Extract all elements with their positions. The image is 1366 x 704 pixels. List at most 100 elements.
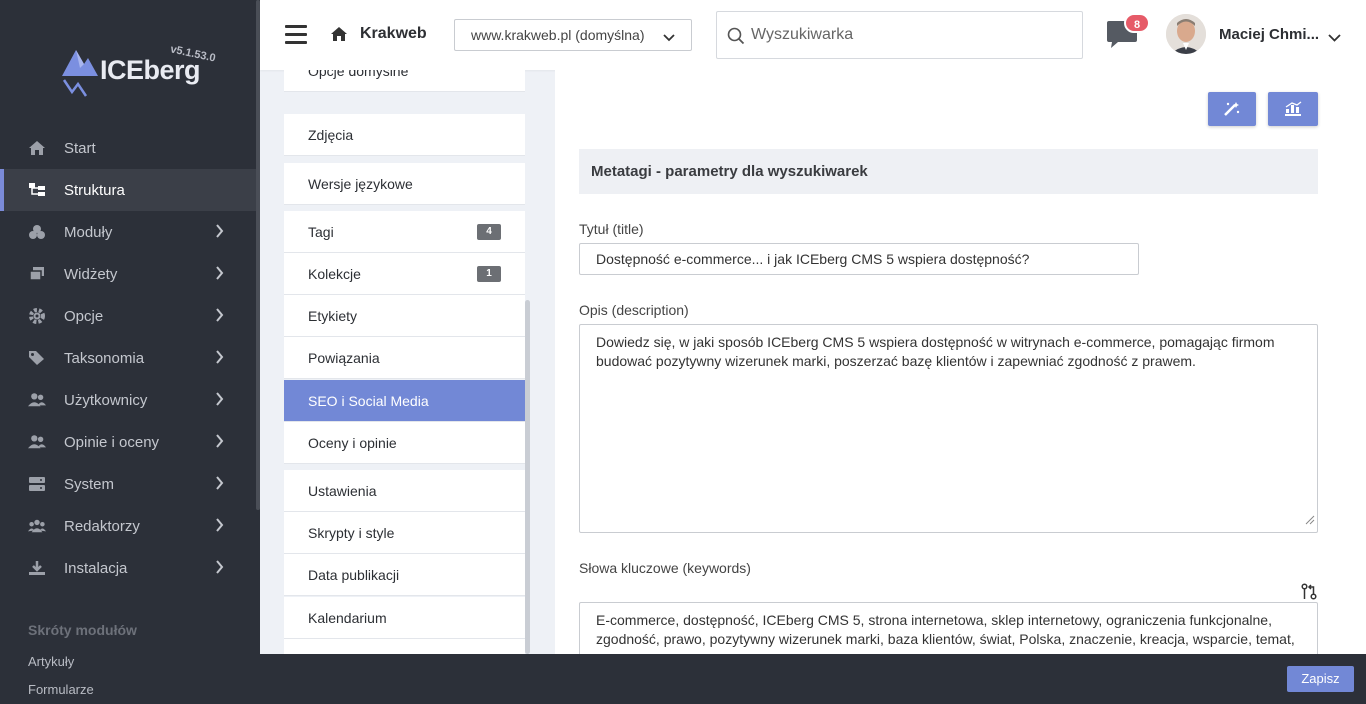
submenu-item-label: Ustawienia: [308, 482, 377, 499]
chevron-down-icon: [663, 29, 675, 45]
bottom-bar: Zapisz: [260, 654, 1366, 704]
iceberg-logo-icon: [62, 50, 98, 97]
submenu-item[interactable]: Data publikacji: [284, 554, 525, 596]
submenu-item-label: Kolekcje: [308, 265, 361, 282]
widgets-icon: [28, 265, 46, 283]
sidebar-item-opinie[interactable]: Opinie i oceny: [0, 421, 256, 463]
submenu-item[interactable]: Kolekcje 1: [284, 253, 525, 295]
search-icon: [727, 27, 745, 50]
submenu-item[interactable]: Kalendarium: [284, 597, 525, 639]
sidebar-item-label: Start: [64, 139, 96, 157]
home-icon: [28, 139, 46, 157]
chevron-right-icon: [215, 434, 224, 452]
sidebar-item-label: Struktura: [64, 181, 125, 199]
submenu-item-label: Zdjęcia: [308, 126, 354, 143]
count-badge: 4: [477, 224, 501, 240]
submenu-item-label: Oceny i opinie: [308, 434, 397, 451]
user-name[interactable]: Maciej Chmi...: [1219, 26, 1331, 43]
sidebar-item-moduly[interactable]: Moduły: [0, 211, 256, 253]
chart-icon: [1285, 101, 1302, 116]
submenu-item[interactable]: Zdjęcia: [284, 114, 525, 156]
submenu-item[interactable]: Ustawienia: [284, 470, 525, 512]
keywords-label: Słowa kluczowe (keywords): [579, 560, 751, 576]
submenu-item-active[interactable]: SEO i Social Media: [284, 380, 525, 422]
sidebar-item-label: Taksonomia: [64, 349, 145, 367]
domain-select-value: www.krakweb.pl (domyślna): [471, 27, 645, 43]
sidebar-item-uzytkownicy[interactable]: Użytkownicy: [0, 379, 256, 421]
chevron-right-icon: [215, 224, 224, 242]
logo[interactable]: ICEberg v5.1.53.0: [58, 40, 228, 100]
submenu-item-label: Etykiety: [308, 307, 358, 324]
submenu-item[interactable]: Etykiety: [284, 295, 525, 337]
sidebar-scrollbar[interactable]: [256, 0, 260, 510]
sidebar-item-label: System: [64, 475, 115, 493]
description-textarea[interactable]: Dowiedz się, w jaki sposób ICEberg CMS 5…: [579, 324, 1318, 533]
shortcut-link[interactable]: Artykuły: [28, 654, 74, 669]
avatar[interactable]: [1166, 14, 1206, 54]
sidebar-item-label: Redaktorzy: [64, 517, 140, 535]
brand-name: ICEberg: [100, 55, 201, 85]
title-input[interactable]: Dostępność e-commerce... i jak ICEberg C…: [579, 243, 1139, 275]
chevron-right-icon: [215, 350, 224, 368]
section-title: Metatagi - parametry dla wyszukiwarek: [579, 149, 1318, 194]
submenu-item[interactable]: Wersje językowe: [284, 163, 525, 205]
count-badge: 1: [477, 266, 501, 282]
sidebar-item-system[interactable]: System: [0, 463, 256, 505]
shortcut-link[interactable]: Formularze: [28, 682, 94, 697]
section-submenu: Opcje domyślne Zdjęcia Wersje językowe T…: [284, 70, 525, 654]
submenu-item-label: Skrypty i style: [308, 524, 395, 541]
title-label: Tytuł (title): [579, 221, 644, 237]
stats-button[interactable]: [1268, 92, 1318, 126]
magic-wand-button[interactable]: [1208, 92, 1256, 126]
description-text: Dowiedz się, w jaki sposób ICEberg CMS 5…: [596, 334, 1275, 369]
submenu-item[interactable]: Skrypty i style: [284, 512, 525, 554]
chevron-right-icon: [215, 476, 224, 494]
editors-icon: [28, 517, 46, 535]
chevron-right-icon: [215, 392, 224, 410]
sidebar: ICEberg v5.1.53.0 Start Struktura Moduły…: [0, 0, 260, 704]
site-name-link[interactable]: Krakweb: [360, 25, 427, 43]
description-label: Opis (description): [579, 302, 689, 318]
domain-select[interactable]: www.krakweb.pl (domyślna): [454, 19, 692, 51]
submenu-item[interactable]: Oceny i opinie: [284, 422, 525, 464]
sidebar-item-label: Instalacja: [64, 559, 128, 577]
home-icon[interactable]: [330, 26, 348, 47]
sidebar-item-label: Moduły: [64, 223, 113, 241]
sidebar-item-redaktorzy[interactable]: Redaktorzy: [0, 505, 256, 547]
submenu-item[interactable]: Opcje domyślne: [284, 70, 525, 92]
submenu-scrollbar[interactable]: [525, 300, 530, 654]
submenu-item-label: Tagi: [308, 223, 334, 240]
resize-handle-icon[interactable]: [1305, 511, 1315, 530]
notifications-badge[interactable]: 8: [1124, 13, 1150, 33]
sidebar-item-taksonomia[interactable]: Taksonomia: [0, 337, 256, 379]
keywords-textarea[interactable]: E-commerce, dostępność, ICEberg CMS 5, s…: [579, 602, 1318, 662]
keywords-text: E-commerce, dostępność, ICEberg CMS 5, s…: [596, 612, 1295, 647]
sidebar-item-struktura[interactable]: Struktura: [0, 169, 256, 211]
sidebar-item-label: Opinie i oceny: [64, 433, 160, 451]
download-icon: [28, 559, 46, 577]
main-panel: Metatagi - parametry dla wyszukiwarek Ty…: [555, 70, 1366, 662]
structure-icon: [28, 181, 46, 199]
server-icon: [28, 475, 46, 493]
sidebar-item-instalacja[interactable]: Instalacja: [0, 547, 256, 589]
sidebar-item-widzety[interactable]: Widżety: [0, 253, 256, 295]
submenu-item-label: Kalendarium: [308, 609, 387, 626]
magic-wand-icon: [1224, 102, 1240, 116]
submenu-item[interactable]: Tagi 4: [284, 211, 525, 253]
submenu-item[interactable]: [284, 639, 525, 654]
sidebar-nav: Start Struktura Moduły Widżety Opcje Tak…: [0, 127, 256, 589]
chevron-right-icon: [215, 518, 224, 536]
sidebar-item-start[interactable]: Start: [0, 127, 256, 169]
sidebar-item-label: Widżety: [64, 265, 118, 283]
submenu-item-label: Powiązania: [308, 349, 380, 366]
sidebar-item-opcje[interactable]: Opcje: [0, 295, 256, 337]
gear-icon: [28, 307, 46, 325]
save-button[interactable]: Zapisz: [1287, 666, 1354, 692]
search-input[interactable]: [751, 24, 1071, 46]
search-box: [716, 11, 1083, 59]
submenu-item[interactable]: Powiązania: [284, 337, 525, 379]
menu-toggle-icon[interactable]: [285, 25, 307, 45]
sidebar-item-label: Opcje: [64, 307, 104, 325]
chevron-down-icon[interactable]: [1328, 29, 1341, 47]
chevron-right-icon: [215, 308, 224, 326]
